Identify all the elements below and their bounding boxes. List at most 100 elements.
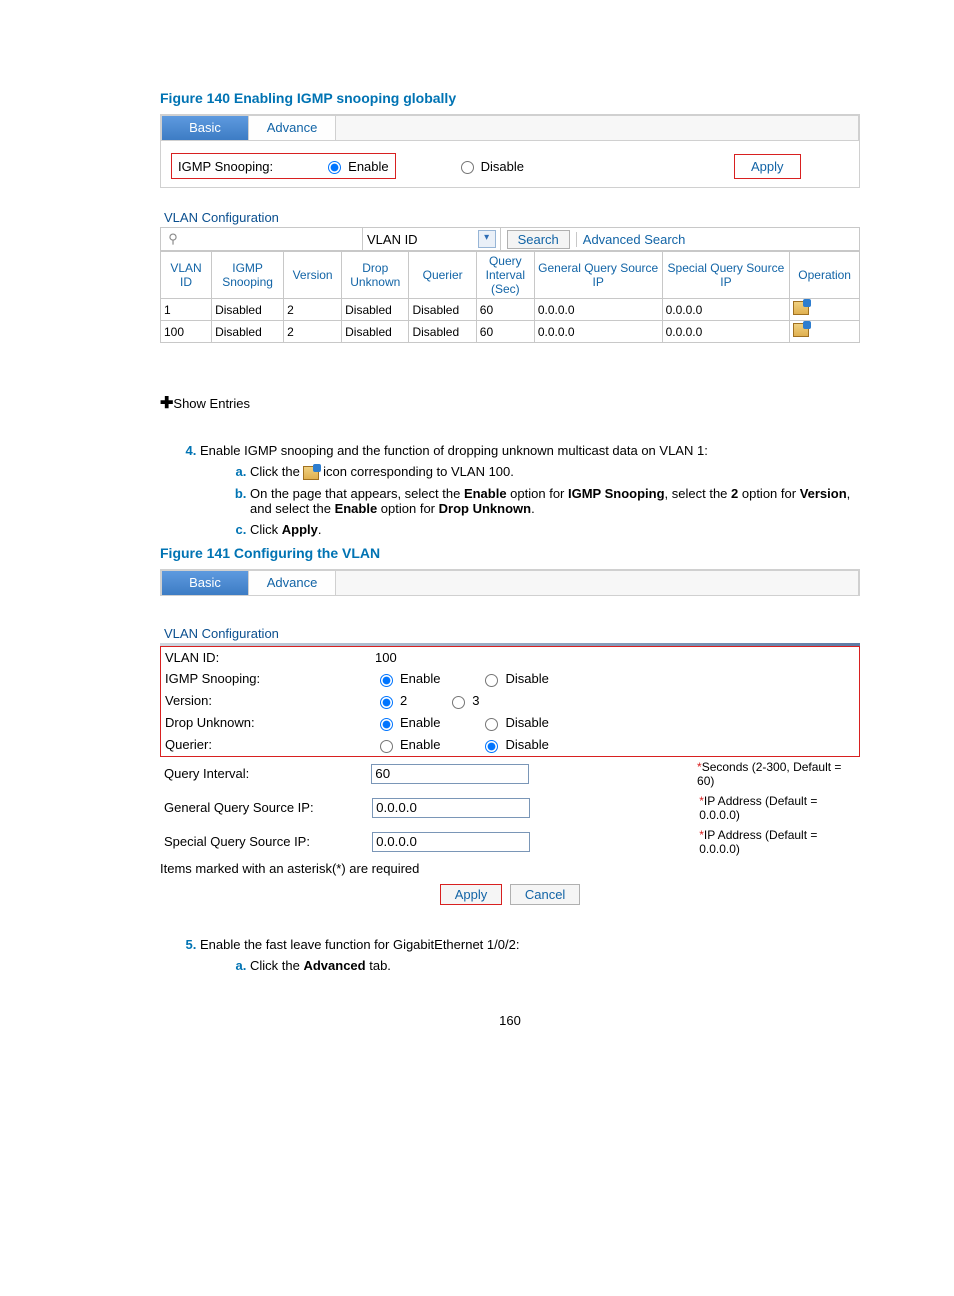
- version-label: Version:: [161, 693, 375, 708]
- general-query-ip-input[interactable]: [372, 798, 530, 818]
- vlan-id-label: VLAN ID:: [161, 650, 375, 665]
- drop-unknown-label: Drop Unknown:: [161, 715, 375, 730]
- lbl: 3: [472, 693, 479, 708]
- fig140-panel: IGMP Snooping: Enable Disable Apply: [161, 140, 859, 187]
- tab-advance-141[interactable]: Advance: [249, 571, 336, 595]
- qi-help: Seconds (2-300, Default = 60): [697, 760, 841, 788]
- igmp-disable-lbl: Disable: [481, 159, 524, 174]
- step-5: Enable the fast leave function for Gigab…: [200, 937, 860, 973]
- op-cell: [790, 299, 860, 321]
- vlan-config-title-2: VLAN Configuration: [164, 626, 860, 641]
- th-op: Operation: [790, 252, 860, 299]
- cell: Disabled: [212, 321, 284, 343]
- cell: 0.0.0.0: [662, 299, 790, 321]
- drop-disable-radio[interactable]: [485, 718, 498, 731]
- cell: Disabled: [342, 321, 409, 343]
- step-4c: Click Apply.: [250, 522, 860, 537]
- table-row: 1 Disabled 2 Disabled Disabled 60 0.0.0.…: [161, 299, 860, 321]
- query-interval-input[interactable]: [371, 764, 529, 784]
- cancel-button-fig141[interactable]: Cancel: [510, 884, 580, 905]
- edit-icon: [303, 466, 319, 480]
- lbl: Enable: [400, 671, 440, 686]
- igmp-snooping-label: IGMP Snooping:: [178, 159, 273, 174]
- version-2-radio[interactable]: [380, 696, 393, 709]
- search-input[interactable]: [181, 228, 362, 250]
- table-header-row: VLAN ID IGMP Snooping Version Drop Unkno…: [161, 252, 860, 299]
- gq-help: IP Address (Default = 0.0.0.0): [699, 794, 817, 822]
- required-note: Items marked with an asterisk(*) are req…: [160, 859, 860, 882]
- op-cell: [790, 321, 860, 343]
- page-number: 160: [160, 1013, 860, 1028]
- vlan-table: VLAN ID IGMP Snooping Version Drop Unkno…: [160, 251, 860, 343]
- search-col-label: VLAN ID: [367, 232, 418, 247]
- cell: 0.0.0.0: [534, 321, 662, 343]
- step-5a: Click the Advanced tab.: [250, 958, 860, 973]
- lbl: Disable: [505, 715, 548, 730]
- search-button[interactable]: Search: [507, 230, 570, 249]
- table-row: 100 Disabled 2 Disabled Disabled 60 0.0.…: [161, 321, 860, 343]
- drop-enable-radio[interactable]: [380, 718, 393, 731]
- lbl: Enable: [400, 715, 440, 730]
- edit-icon[interactable]: [793, 323, 809, 337]
- step-4a: Click the icon corresponding to VLAN 100…: [250, 464, 860, 480]
- cell: Disabled: [409, 299, 476, 321]
- cell: Disabled: [342, 299, 409, 321]
- th-gq: General Query Source IP: [534, 252, 662, 299]
- cell: 2: [284, 299, 342, 321]
- lbl: 2: [400, 693, 407, 708]
- cell: 0.0.0.0: [662, 321, 790, 343]
- advanced-search-link[interactable]: Advanced Search: [576, 232, 686, 247]
- querier-disable-radio[interactable]: [485, 740, 498, 753]
- cell: 2: [284, 321, 342, 343]
- version-3-radio[interactable]: [452, 696, 465, 709]
- cell: 60: [476, 299, 534, 321]
- cell: 0.0.0.0: [534, 299, 662, 321]
- igmp-enable-lbl: Enable: [348, 159, 388, 174]
- tab-basic[interactable]: Basic: [162, 116, 249, 140]
- edit-icon[interactable]: [793, 301, 809, 315]
- qi-label: Query Interval:: [160, 766, 371, 781]
- fig141-form: VLAN ID: 100 IGMP Snooping: Enable Disab…: [160, 646, 860, 907]
- fig141-tabs: Basic Advance: [161, 570, 859, 595]
- querier-label: Querier:: [161, 737, 375, 752]
- figure-141-caption: Figure 141 Configuring the VLAN: [160, 545, 860, 561]
- cell: 1: [161, 299, 212, 321]
- querier-enable-radio[interactable]: [380, 740, 393, 753]
- igmp-enable-radio[interactable]: [328, 161, 341, 174]
- th-version: Version: [284, 252, 342, 299]
- igmp-disable-radio-141[interactable]: [485, 674, 498, 687]
- step-4b: On the page that appears, select the Ena…: [250, 486, 860, 516]
- show-entries-link[interactable]: ✚Show Entries: [160, 393, 860, 413]
- igmp-disable-radio[interactable]: [461, 161, 474, 174]
- apply-button-fig140[interactable]: Apply: [734, 154, 801, 179]
- special-query-ip-input[interactable]: [372, 832, 530, 852]
- cell: Disabled: [212, 299, 284, 321]
- search-icon: ⚲: [161, 231, 181, 247]
- lbl: Disable: [505, 737, 548, 752]
- figure-140-caption: Figure 140 Enabling IGMP snooping global…: [160, 90, 860, 106]
- gq-label: General Query Source IP:: [160, 800, 372, 815]
- lbl: Disable: [505, 671, 548, 686]
- cell: 100: [161, 321, 212, 343]
- igmp-snoop-label: IGMP Snooping:: [161, 671, 375, 686]
- th-qi: Query Interval (Sec): [476, 252, 534, 299]
- cell: Disabled: [409, 321, 476, 343]
- lbl: Enable: [400, 737, 440, 752]
- igmp-enable-radio-141[interactable]: [380, 674, 393, 687]
- tab-advance[interactable]: Advance: [249, 116, 336, 140]
- step-4: Enable IGMP snooping and the function of…: [200, 443, 860, 537]
- th-vlan-id: VLAN ID: [161, 252, 212, 299]
- chevron-down-icon: ▾: [478, 230, 496, 248]
- sq-label: Special Query Source IP:: [160, 834, 372, 849]
- tab-basic-141[interactable]: Basic: [162, 571, 249, 595]
- th-sq: Special Query Source IP: [662, 252, 790, 299]
- apply-button-fig141[interactable]: Apply: [440, 884, 503, 905]
- igmp-enable-group: IGMP Snooping: Enable: [171, 153, 396, 179]
- fig140-tabs: Basic Advance: [161, 115, 859, 140]
- th-igmp: IGMP Snooping: [212, 252, 284, 299]
- vlan-config-title-1: VLAN Configuration: [164, 210, 860, 225]
- vlan-id-value: 100: [375, 650, 397, 665]
- search-column-select[interactable]: VLAN ID ▾: [362, 228, 501, 250]
- cell: 60: [476, 321, 534, 343]
- search-row: ⚲ VLAN ID ▾ Search Advanced Search: [160, 227, 860, 251]
